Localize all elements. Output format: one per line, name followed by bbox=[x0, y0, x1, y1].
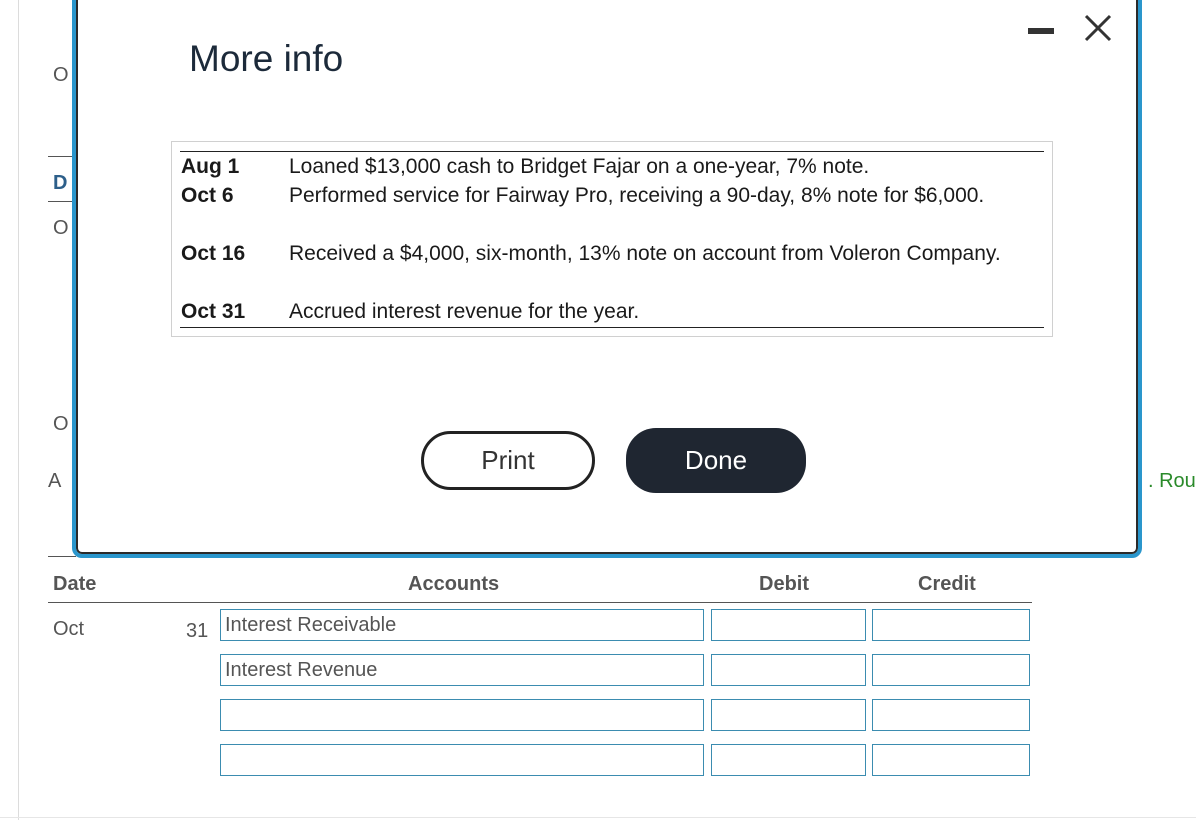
event-date: Oct 6 bbox=[181, 184, 234, 207]
debit-column-header: Debit bbox=[759, 573, 809, 595]
credit-input[interactable] bbox=[872, 699, 1030, 731]
page-left-border bbox=[18, 0, 19, 820]
minimize-icon[interactable] bbox=[1028, 28, 1054, 34]
obscured-text-fragment: O bbox=[53, 64, 69, 86]
date-column-header: Date bbox=[53, 573, 97, 595]
account-input[interactable]: Interest Receivable bbox=[220, 609, 704, 641]
event-date: Oct 31 bbox=[181, 300, 246, 323]
credit-input[interactable] bbox=[872, 744, 1030, 776]
event-description: Received a $4,000, six-month, 13% note o… bbox=[289, 242, 1001, 265]
event-date: Aug 1 bbox=[181, 155, 240, 178]
entry-day: 31 bbox=[186, 620, 209, 642]
event-date: Oct 16 bbox=[181, 242, 246, 265]
obscured-text-fragment: O bbox=[53, 217, 69, 239]
debit-input[interactable] bbox=[711, 609, 866, 641]
accounts-column-header: Accounts bbox=[408, 573, 500, 595]
journal-header-border bbox=[48, 602, 1032, 603]
journal-top-border bbox=[48, 556, 76, 557]
done-button[interactable]: Done bbox=[626, 428, 806, 493]
debit-input[interactable] bbox=[711, 744, 866, 776]
obscured-text-fragment: O bbox=[53, 413, 69, 435]
close-icon[interactable] bbox=[1082, 12, 1114, 44]
entry-month: Oct bbox=[53, 618, 85, 640]
debit-input[interactable] bbox=[711, 654, 866, 686]
credit-column-header: Credit bbox=[918, 573, 976, 595]
obscured-text-fragment: D bbox=[53, 172, 68, 194]
obscured-instruction-fragment: . Rou bbox=[1148, 470, 1196, 492]
credit-input[interactable] bbox=[872, 654, 1030, 686]
close-icon-glyph bbox=[1084, 14, 1112, 42]
event-description: Performed service for Fairway Pro, recei… bbox=[289, 184, 985, 207]
credit-input[interactable] bbox=[872, 609, 1030, 641]
account-input[interactable]: Interest Revenue bbox=[220, 654, 704, 686]
event-description: Accrued interest revenue for the year. bbox=[289, 300, 640, 323]
event-description: Loaned $13,000 cash to Bridget Fajar on … bbox=[289, 155, 870, 178]
table-bottom-rule bbox=[180, 327, 1044, 328]
account-input[interactable] bbox=[220, 699, 704, 731]
debit-input[interactable] bbox=[711, 699, 866, 731]
account-input[interactable] bbox=[220, 744, 704, 776]
dialog-title: More info bbox=[189, 38, 344, 79]
print-button[interactable]: Print bbox=[421, 431, 595, 490]
obscured-text-fragment: A bbox=[48, 470, 62, 492]
transactions-table: Aug 1 Loaned $13,000 cash to Bridget Faj… bbox=[171, 141, 1053, 337]
more-info-dialog: More info Aug 1 Loaned $13,000 cash to B… bbox=[72, 0, 1142, 558]
page-bottom-border bbox=[0, 817, 1196, 818]
